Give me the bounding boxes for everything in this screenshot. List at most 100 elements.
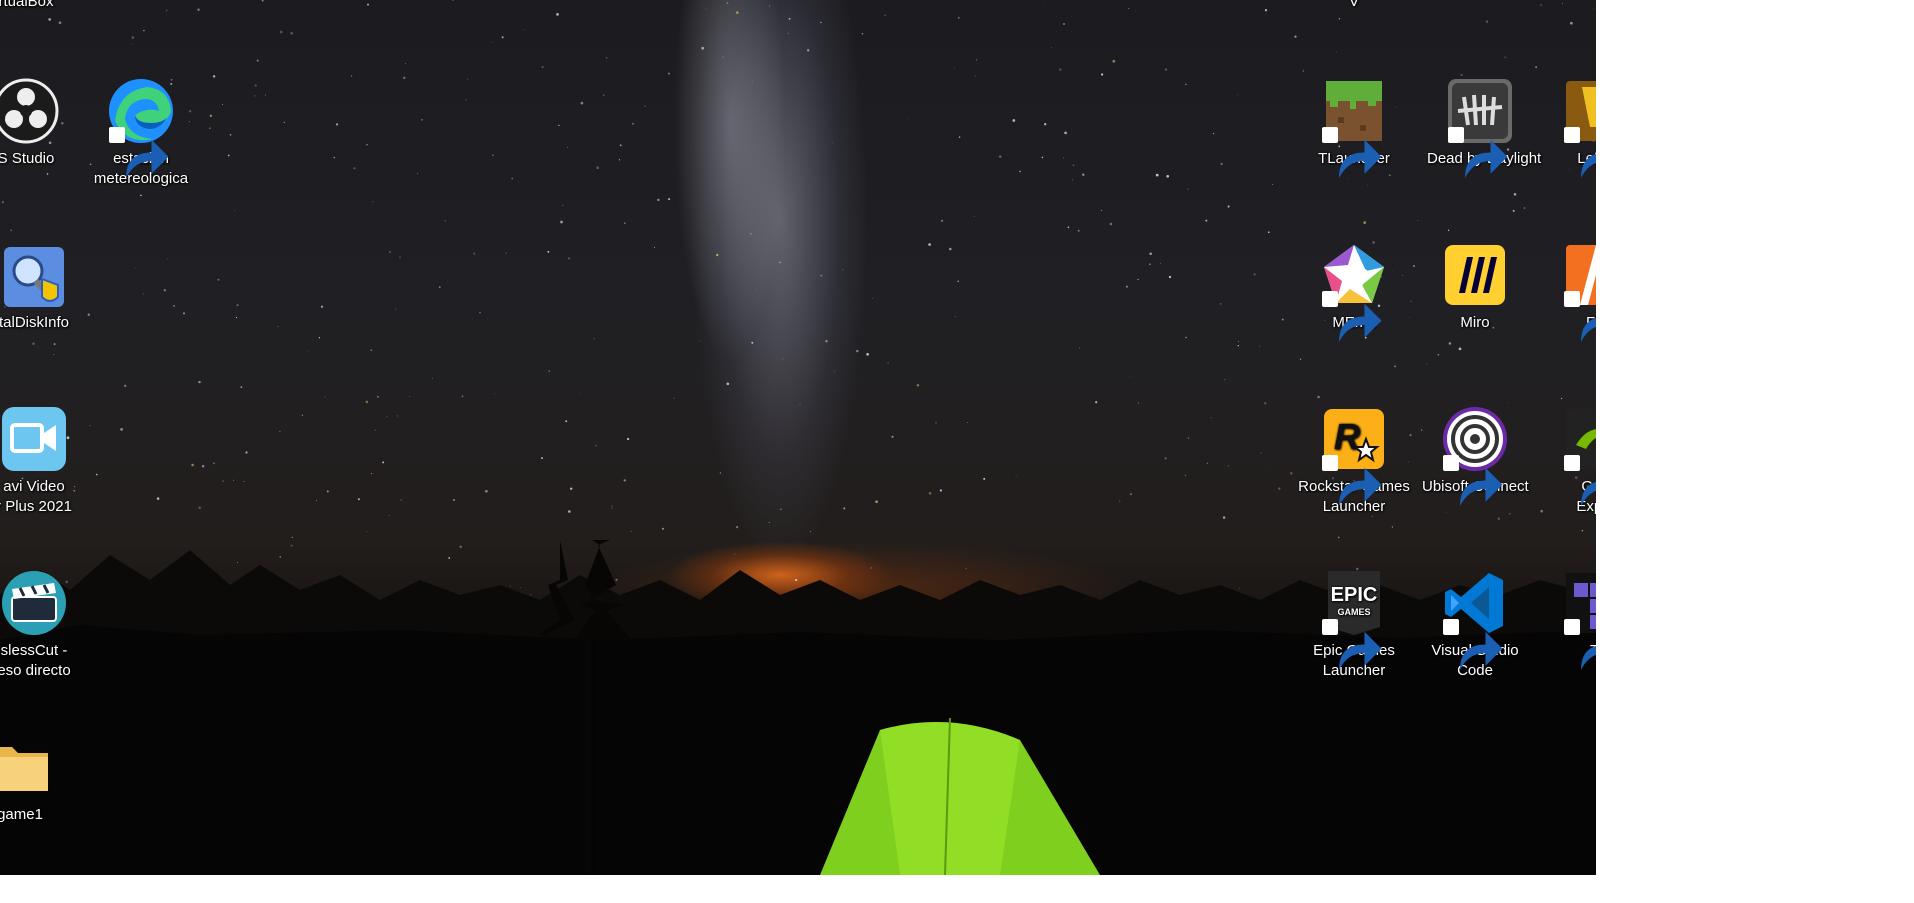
- desktop-icon-epic-games-launcher[interactable]: EPIC GAMES Epic Games Launcher: [1306, 569, 1402, 681]
- star: [1485, 20, 1489, 23]
- star: [1219, 303, 1222, 305]
- star: [603, 94, 605, 96]
- star: [856, 349, 859, 353]
- star: [320, 305, 324, 308]
- star: [254, 95, 256, 97]
- star: [1164, 457, 1167, 460]
- star: [10, 229, 13, 232]
- star: [166, 258, 168, 260]
- star: [719, 472, 722, 474]
- desktop-icon-crystaldiskinfo[interactable]: talDiskInfo: [0, 241, 82, 333]
- desktop-icon-miro[interactable]: Miro: [1427, 241, 1523, 333]
- star: [983, 477, 986, 480]
- desktop-icon-obs-studio[interactable]: S Studio: [0, 77, 74, 169]
- star: [843, 507, 846, 510]
- star: [198, 506, 201, 509]
- star: [1112, 59, 1116, 63]
- geforce-icon: [1562, 405, 1596, 506]
- shortcut-arrow-icon: [1564, 291, 1596, 342]
- star: [842, 269, 844, 271]
- desktop-icon-ubisoft-connect[interactable]: Ubisoft Connect: [1422, 405, 1529, 506]
- desktop-icon-losslesscut[interactable]: slessCut - eso directo: [0, 569, 82, 681]
- star: [1338, 18, 1341, 20]
- star: [928, 243, 931, 246]
- star: [409, 396, 411, 397]
- desktop-icon-fivem[interactable]: Fiv: [1548, 241, 1596, 342]
- desktop-icon-tlauncher[interactable]: TLauncher: [1306, 77, 1402, 178]
- star: [667, 72, 670, 75]
- star: [209, 127, 211, 129]
- star: [353, 167, 356, 170]
- star: [201, 464, 205, 468]
- star: [1185, 83, 1187, 85]
- star: [372, 201, 374, 203]
- star: [374, 429, 376, 431]
- desktop-icon-memu[interactable]: MEmu: [1306, 241, 1402, 342]
- star: [548, 370, 550, 372]
- star: [382, 461, 385, 464]
- star: [1460, 73, 1463, 77]
- desktop-icon-rockstar-games-launcher[interactable]: R Rockstar Games Launcher: [1295, 405, 1413, 517]
- star: [916, 384, 920, 387]
- shortcut-arrow-icon: [1443, 455, 1503, 506]
- star: [701, 46, 705, 50]
- desktop-icon-partial-top[interactable]: V: [1306, 0, 1402, 12]
- star: [1581, 529, 1584, 532]
- icon-label: S Studio: [0, 150, 55, 167]
- star: [1289, 471, 1293, 475]
- star: [567, 510, 571, 513]
- desktop-icon-movavi-video[interactable]: avi Video r Plus 2021: [0, 405, 82, 517]
- star: [788, 17, 791, 20]
- star: [505, 252, 507, 254]
- desktop-icon-estacion-metereologica[interactable]: estacion metereologica: [93, 77, 189, 189]
- star: [1417, 219, 1419, 222]
- desktop-icon-tidal[interactable]: Ti: [1548, 569, 1596, 670]
- star: [1184, 474, 1186, 476]
- star: [1168, 275, 1172, 279]
- icon-label: talDiskInfo: [0, 314, 70, 331]
- star: [221, 104, 223, 106]
- star: [1409, 317, 1411, 319]
- star: [954, 67, 956, 68]
- desktop-icon-game1-folder[interactable]: game1: [0, 733, 68, 825]
- blank-area: [1596, 0, 1914, 903]
- shortcut-arrow-icon: [1322, 455, 1382, 506]
- star: [928, 492, 932, 495]
- star: [941, 219, 944, 222]
- star: [134, 267, 136, 269]
- desktop-icon-left4dead[interactable]: Left 4: [1548, 77, 1596, 178]
- star: [957, 16, 960, 19]
- star: [1253, 273, 1256, 276]
- star: [1064, 131, 1067, 135]
- star: [1067, 226, 1070, 229]
- star: [494, 393, 495, 395]
- desktop-icon-dead-by-daylight[interactable]: Dead by Daylight: [1427, 77, 1541, 178]
- star: [416, 173, 419, 175]
- star: [1206, 462, 1209, 465]
- star: [834, 370, 835, 372]
- star: [386, 416, 388, 418]
- star: [1041, 156, 1044, 159]
- star: [1299, 358, 1302, 360]
- star: [1220, 162, 1223, 165]
- icon-label: Miro: [1460, 314, 1490, 331]
- star: [782, 358, 784, 360]
- desktop-icon-virtualbox[interactable]: rtualBox: [0, 0, 74, 12]
- star: [1402, 274, 1404, 276]
- star: [357, 498, 360, 501]
- star: [567, 257, 571, 260]
- star: [1128, 8, 1130, 10]
- star: [558, 124, 560, 127]
- star: [566, 146, 569, 149]
- star: [403, 76, 406, 80]
- desktop-icon-geforce-experience[interactable]: GeF Exper: [1548, 405, 1596, 517]
- star: [222, 480, 224, 482]
- star: [1210, 417, 1212, 419]
- icon-label-line2: eso directo: [0, 662, 71, 679]
- star: [131, 43, 133, 45]
- desktop-icon-visual-studio-code[interactable]: Visual Studio Code: [1427, 569, 1523, 681]
- star: [396, 415, 399, 417]
- star: [820, 274, 823, 277]
- star: [1044, 123, 1047, 126]
- star: [756, 288, 758, 290]
